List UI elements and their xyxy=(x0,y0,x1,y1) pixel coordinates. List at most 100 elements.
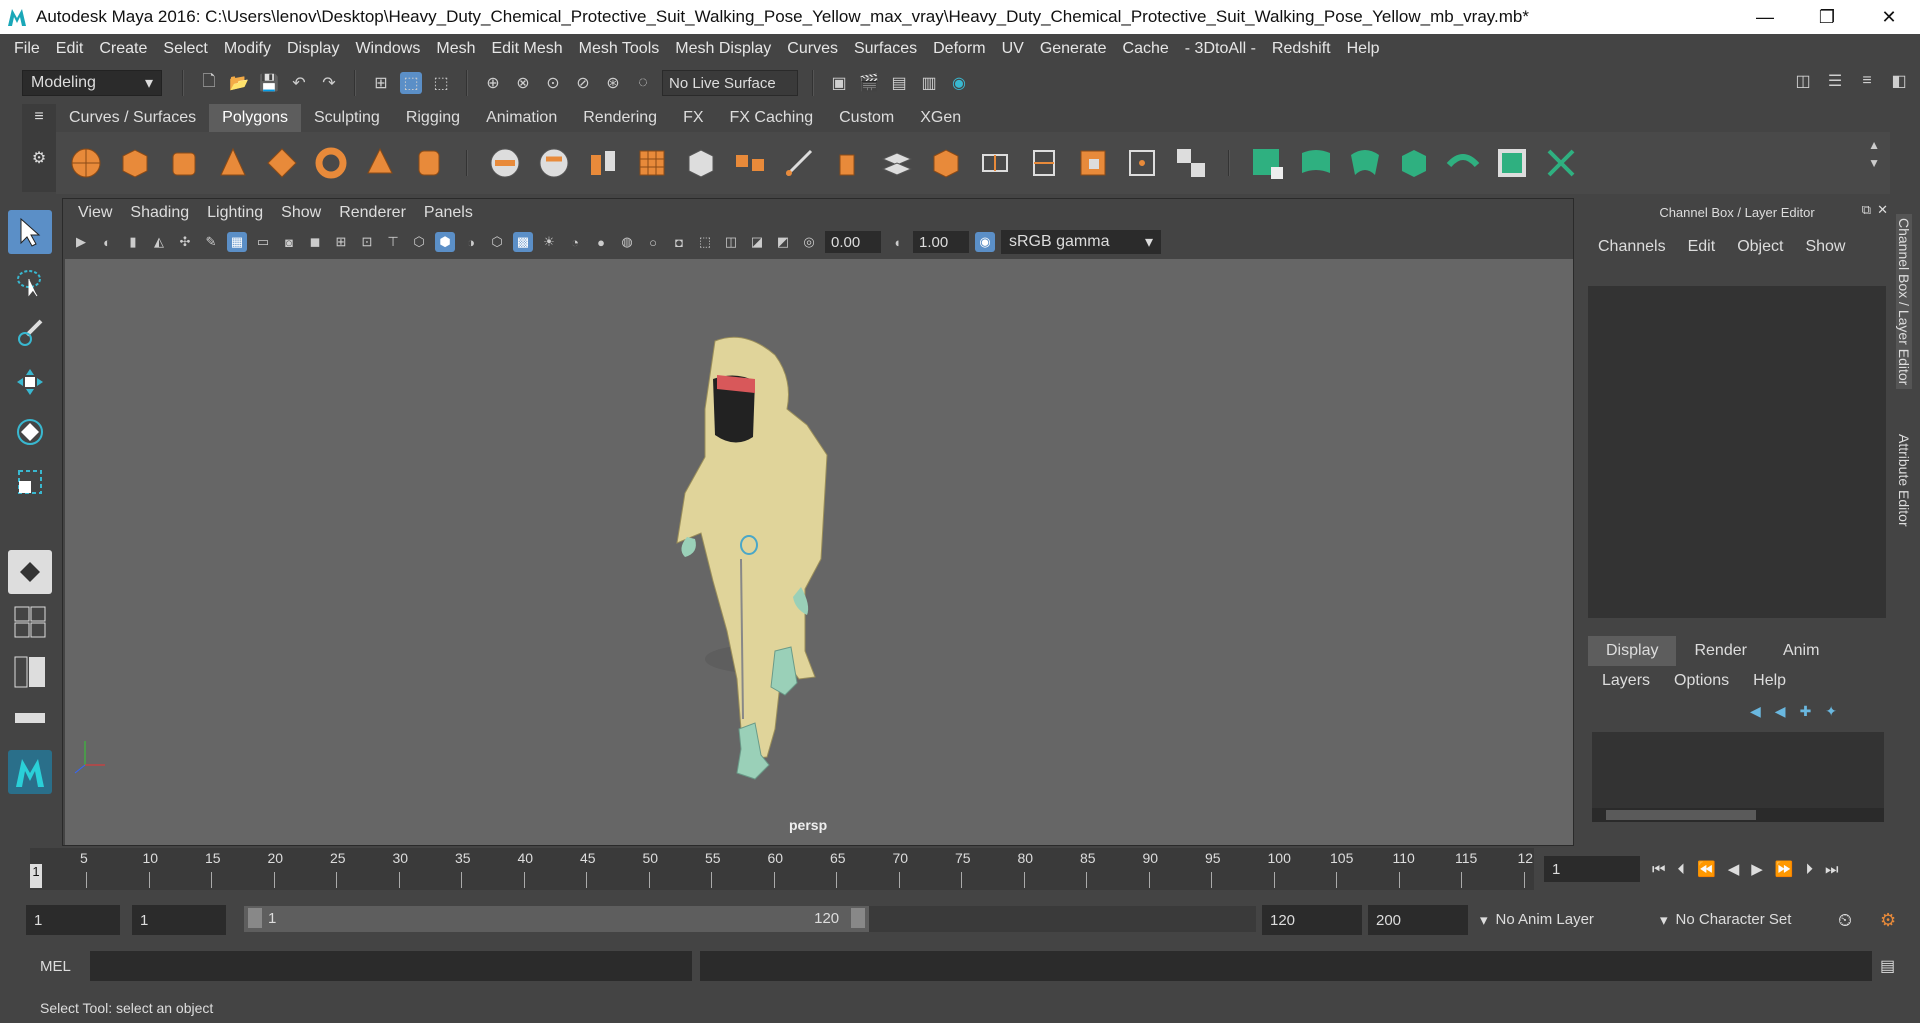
edge-loop-icon[interactable] xyxy=(977,145,1013,181)
exposure-icon[interactable]: ◎ xyxy=(799,232,819,252)
play-forward-icon[interactable]: ▶ xyxy=(1751,860,1763,878)
use-all-lights-icon[interactable]: ☀ xyxy=(539,232,559,252)
menu-3dtoall[interactable]: - 3DtoAll - xyxy=(1177,40,1264,58)
motion-blur-icon[interactable]: ◍ xyxy=(617,232,637,252)
go-to-end-icon[interactable]: ⏭ xyxy=(1825,861,1839,878)
step-forward-frame-icon[interactable]: ⏵ xyxy=(1806,861,1814,878)
menu-generate[interactable]: Generate xyxy=(1032,40,1115,58)
combine-icon[interactable] xyxy=(487,145,523,181)
layer-tab-display[interactable]: Display xyxy=(1588,636,1677,666)
float-panel-icon[interactable]: ⧉ xyxy=(1862,202,1871,218)
bookmark-icon[interactable]: ▮ xyxy=(123,232,143,252)
minimize-button[interactable]: — xyxy=(1734,0,1796,34)
undo-icon[interactable]: ↶ xyxy=(288,72,310,94)
uv-spherical-icon[interactable] xyxy=(1347,145,1383,181)
four-view-layout-button[interactable] xyxy=(8,600,52,644)
select-object-icon[interactable]: ⬚ xyxy=(400,72,422,94)
gate-mask-icon[interactable]: ◼ xyxy=(305,232,325,252)
step-back-frame-icon[interactable]: ⏴ xyxy=(1678,861,1686,878)
script-language-label[interactable]: MEL xyxy=(40,958,71,975)
extrude-icon[interactable] xyxy=(830,145,866,181)
smooth-icon[interactable] xyxy=(634,145,670,181)
xray-active-icon[interactable]: ◩ xyxy=(773,232,793,252)
shelf-tab-fx-caching[interactable]: FX Caching xyxy=(717,104,827,132)
menu-mesh-tools[interactable]: Mesh Tools xyxy=(571,40,668,58)
range-end-handle[interactable] xyxy=(851,908,866,928)
snap-surface-icon[interactable]: ⊛ xyxy=(602,72,624,94)
grease-pencil-icon[interactable]: ✎ xyxy=(201,232,221,252)
new-layer-icon[interactable]: ✚ xyxy=(1800,703,1812,720)
uv-cylindrical-icon[interactable] xyxy=(1298,145,1334,181)
redo-icon[interactable]: ↷ xyxy=(318,72,340,94)
close-panel-icon[interactable]: ✕ xyxy=(1877,202,1888,218)
auto-key-icon[interactable]: ⏲ xyxy=(1838,910,1852,931)
save-scene-icon[interactable]: 💾 xyxy=(258,72,280,94)
uv-editor-icon[interactable] xyxy=(1543,145,1579,181)
menu-surfaces[interactable]: Surfaces xyxy=(846,40,925,58)
attribute-editor-toggle-icon[interactable]: ☰ xyxy=(1824,70,1846,92)
fill-hole-icon[interactable] xyxy=(1075,145,1111,181)
ipr-render-icon[interactable]: ▤ xyxy=(888,72,910,94)
wireframe-on-shaded-icon[interactable]: ⬡ xyxy=(487,232,507,252)
lasso-tool-button[interactable] xyxy=(8,260,52,304)
shelf-tab-rendering[interactable]: Rendering xyxy=(570,104,670,132)
poly-pyramid-icon[interactable] xyxy=(362,145,398,181)
menu-edit[interactable]: Edit xyxy=(48,40,92,58)
shelf-tab-polygons[interactable]: Polygons xyxy=(209,104,301,132)
safe-title-icon[interactable]: ⊤ xyxy=(383,232,403,252)
shelf-tab-fx[interactable]: FX xyxy=(670,104,716,132)
live-surface-field[interactable]: No Live Surface xyxy=(662,70,798,96)
image-plane-icon[interactable]: ◭ xyxy=(149,232,169,252)
playback-start-field[interactable]: 1 xyxy=(132,905,226,935)
textured-icon[interactable]: ▩ xyxy=(513,232,533,252)
anti-aliasing-icon[interactable]: ○ xyxy=(643,232,663,252)
layer-scrollbar[interactable] xyxy=(1592,808,1884,822)
separate-icon[interactable] xyxy=(536,145,572,181)
viewport-menu-show[interactable]: Show xyxy=(272,204,330,222)
menu-file[interactable]: File xyxy=(6,40,48,58)
new-layer-selected-icon[interactable]: ✦ xyxy=(1825,703,1837,720)
snap-view-icon[interactable]: ⊘ xyxy=(572,72,594,94)
select-component-icon[interactable]: ⬚ xyxy=(430,72,452,94)
script-editor-icon[interactable]: ▤ xyxy=(1880,956,1895,976)
menu-deform[interactable]: Deform xyxy=(925,40,993,58)
field-chart-icon[interactable]: ⊞ xyxy=(331,232,351,252)
wireframe-icon[interactable]: ⬡ xyxy=(409,232,429,252)
character-set-dropdown[interactable]: ▾ No Character Set xyxy=(1660,911,1830,929)
menu-cache[interactable]: Cache xyxy=(1115,40,1177,58)
poly-pipe-icon[interactable] xyxy=(411,145,447,181)
smooth-shade-icon[interactable]: ⬢ xyxy=(435,232,455,252)
range-slider[interactable]: 1 120 xyxy=(244,906,1256,932)
close-button[interactable]: ✕ xyxy=(1858,0,1920,34)
select-tool-button[interactable] xyxy=(8,210,52,254)
snap-curve-icon[interactable]: ⊗ xyxy=(512,72,534,94)
menu-curves[interactable]: Curves xyxy=(779,40,846,58)
uv-planar-icon[interactable] xyxy=(1249,145,1285,181)
tool-settings-icon[interactable]: ≡ xyxy=(1856,70,1878,92)
bevel-icon[interactable] xyxy=(928,145,964,181)
poly-sphere-icon[interactable] xyxy=(68,145,104,181)
play-backward-icon[interactable]: ◀ xyxy=(1728,860,1740,878)
menu-mesh-display[interactable]: Mesh Display xyxy=(667,40,779,58)
shelf-tab-xgen[interactable]: XGen xyxy=(907,104,974,132)
modeling-toolkit-icon[interactable]: ◫ xyxy=(1792,70,1814,92)
scale-tool-button[interactable] xyxy=(8,460,52,504)
anim-layer-dropdown[interactable]: ▾ No Anim Layer xyxy=(1480,911,1640,929)
shelf-scroll-down-icon[interactable]: ▼ xyxy=(1868,154,1880,172)
depth-of-field-icon[interactable]: ◘ xyxy=(669,232,689,252)
menu-windows[interactable]: Windows xyxy=(347,40,428,58)
multi-cut-icon[interactable] xyxy=(781,145,817,181)
single-perspective-layout-button[interactable] xyxy=(8,550,52,594)
range-slider-fill[interactable]: 1 120 xyxy=(244,906,870,932)
menu-help[interactable]: Help xyxy=(1339,40,1388,58)
shelf-tab-sculpting[interactable]: Sculpting xyxy=(301,104,393,132)
shelf-tab-rigging[interactable]: Rigging xyxy=(393,104,473,132)
command-input[interactable] xyxy=(90,951,692,981)
extract-icon[interactable] xyxy=(585,145,621,181)
snap-grid-icon[interactable]: ⊕ xyxy=(482,72,504,94)
safe-action-icon[interactable]: ⊡ xyxy=(357,232,377,252)
playback-end-field[interactable]: 120 xyxy=(1262,905,1362,935)
exposure-field[interactable]: 0.00 xyxy=(825,231,881,253)
view-transform-dropdown[interactable]: sRGB gamma ▾ xyxy=(1001,230,1161,254)
layer-menu-help[interactable]: Help xyxy=(1753,672,1786,690)
